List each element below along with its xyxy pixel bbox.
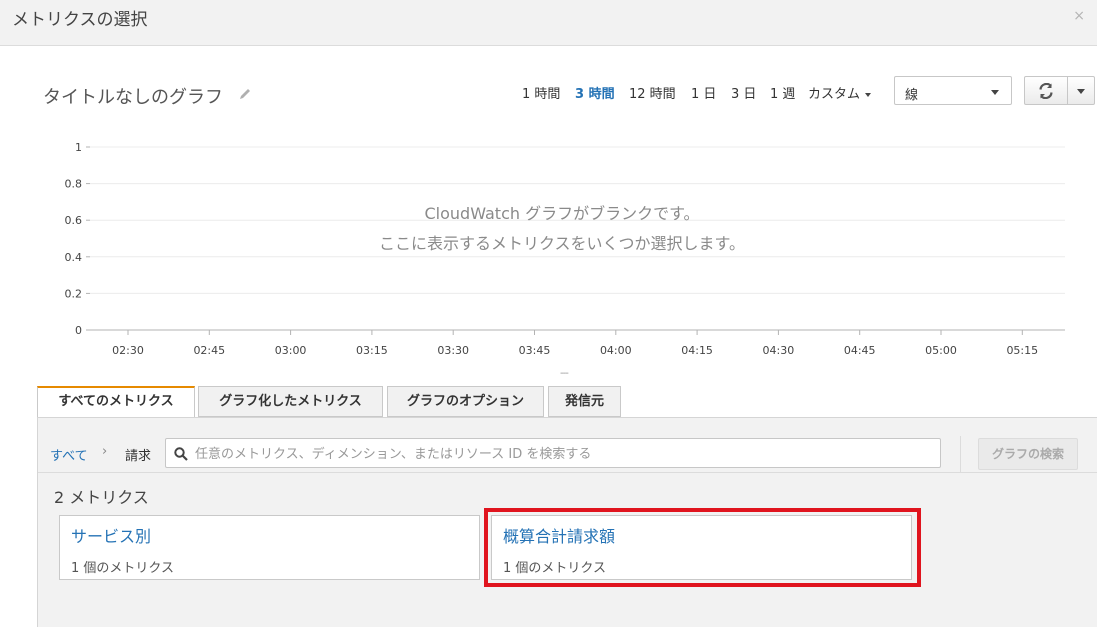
chart-empty-message-line1: CloudWatch グラフがブランクです。	[424, 204, 700, 223]
search-field[interactable]	[165, 438, 941, 468]
y-tick-label: 1	[75, 141, 82, 154]
namespace-card-by-service[interactable]: サービス別 1 個のメトリクス	[59, 515, 480, 580]
search-icon	[174, 447, 188, 461]
time-range-3h[interactable]: 3 時間	[575, 83, 615, 102]
close-icon[interactable]: ×	[1073, 8, 1085, 24]
time-range-1w[interactable]: 1 週	[770, 83, 795, 102]
graph-title[interactable]: タイトルなしのグラフ	[43, 83, 223, 109]
breadcrumb-current: 請求	[125, 449, 152, 464]
metrics-panel: すべて › 請求 グラフの検索 2 メトリクス サービス別 1 個のメトリクス …	[37, 417, 1097, 627]
y-tick-label: 0.8	[65, 178, 83, 191]
tab-graphed-metrics[interactable]: グラフ化したメトリクス	[198, 386, 383, 417]
tab-all-metrics[interactable]: すべてのメトリクス	[37, 386, 195, 418]
namespace-metric-count: 1 個のメトリクス	[503, 561, 607, 576]
x-tick-label: 05:00	[925, 344, 957, 357]
x-tick-label: 03:45	[519, 344, 551, 357]
y-tick-label: 0	[75, 324, 82, 337]
search-input[interactable]	[193, 443, 927, 465]
refresh-icon	[1039, 83, 1053, 99]
x-tick-label: 04:15	[681, 344, 713, 357]
time-range-12h[interactable]: 12 時間	[629, 83, 676, 102]
x-tick-label: 05:15	[1006, 344, 1038, 357]
custom-label: カスタム	[808, 87, 861, 102]
breadcrumb-root[interactable]: すべて	[50, 445, 88, 464]
chart-empty-message-line2: ここに表示するメトリクスをいくつか選択します。	[379, 234, 745, 253]
tab-source[interactable]: 発信元	[548, 386, 621, 417]
chevron-down-icon	[991, 90, 999, 95]
namespace-name: サービス別	[71, 527, 152, 546]
x-tick-label: 04:00	[600, 344, 632, 357]
refresh-button[interactable]	[1024, 76, 1068, 105]
dialog-title: メトリクスの選択	[12, 10, 148, 30]
time-range-custom[interactable]: カスタム	[808, 83, 872, 102]
x-tick-label: 04:30	[763, 344, 795, 357]
x-tick-label: 02:30	[112, 344, 144, 357]
x-tick-label: 03:30	[437, 344, 469, 357]
x-tick-label: 03:15	[356, 344, 388, 357]
graph-type-value: 線	[905, 88, 919, 103]
time-range-3d[interactable]: 3 日	[731, 83, 756, 102]
namespace-metric-count: 1 個のメトリクス	[71, 561, 175, 576]
x-tick-label: 04:45	[844, 344, 876, 357]
graph-search-button[interactable]: グラフの検索	[978, 438, 1078, 470]
dialog-titlebar: メトリクスの選択 ×	[0, 0, 1097, 46]
namespace-card-estimated-charges[interactable]: 概算合計請求額 1 個のメトリクス	[491, 515, 912, 580]
y-tick-label: 0.4	[65, 251, 83, 264]
tab-graph-options[interactable]: グラフのオプション	[387, 386, 544, 417]
time-range-1d[interactable]: 1 日	[691, 83, 716, 102]
resize-handle[interactable]: ---	[560, 368, 569, 379]
metrics-count: 2 メトリクス	[54, 488, 149, 507]
chevron-down-icon	[865, 92, 872, 97]
refresh-options-dropdown[interactable]	[1067, 76, 1095, 105]
y-tick-label: 0.6	[65, 214, 83, 227]
breadcrumb-separator-icon: ›	[102, 444, 108, 459]
x-tick-label: 02:45	[193, 344, 225, 357]
divider	[960, 436, 961, 472]
pencil-icon[interactable]	[238, 87, 252, 101]
time-range-1h[interactable]: 1 時間	[522, 83, 560, 102]
namespace-name: 概算合計請求額	[503, 527, 616, 546]
x-tick-label: 03:00	[275, 344, 307, 357]
chevron-down-icon	[1077, 89, 1085, 94]
graph-type-select[interactable]: 線	[894, 76, 1012, 105]
y-tick-label: 0.2	[65, 287, 83, 300]
breadcrumb: すべて › 請求 グラフの検索	[38, 418, 1097, 473]
